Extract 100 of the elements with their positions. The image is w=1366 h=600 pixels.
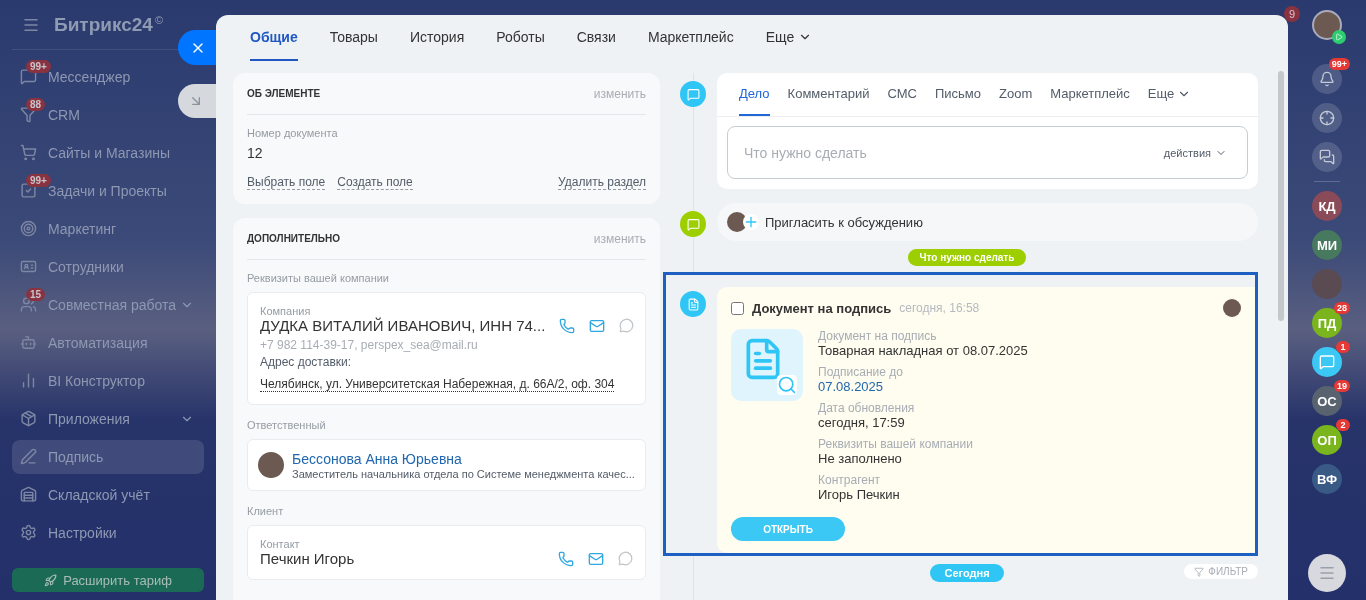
tab[interactable]: Комментарий: [787, 73, 870, 116]
date-link[interactable]: 07.08.2025: [818, 379, 1028, 394]
tab[interactable]: Маркетплейс: [647, 15, 734, 61]
section-label: Клиент: [247, 505, 285, 517]
sidebar-item[interactable]: 15 Совместная работа: [12, 288, 204, 322]
tab[interactable]: Товары: [329, 15, 378, 61]
unread-count: 2: [1336, 419, 1350, 431]
tab[interactable]: Общие: [250, 15, 298, 61]
chat-icon[interactable]: [1312, 142, 1342, 172]
field-label: Документ на подпись: [818, 329, 938, 343]
contact-avatar[interactable]: МИ: [1312, 230, 1342, 260]
checkbox[interactable]: [731, 301, 744, 315]
sidebar-item[interactable]: Складской учёт: [12, 478, 176, 512]
settings-icon: [20, 524, 37, 541]
phone-icon[interactable]: [558, 550, 574, 567]
id-card-icon: [20, 258, 37, 275]
invite-button[interactable]: Пригласить к обсуждению: [717, 203, 1258, 241]
tab[interactable]: Дело: [739, 73, 770, 116]
field-label: Номер документа: [247, 127, 339, 139]
target-icon: [20, 220, 37, 237]
tab[interactable]: Связи: [576, 15, 616, 61]
warehouse-icon: [20, 486, 37, 503]
box-icon: [20, 410, 37, 427]
unread-count: 28: [1334, 302, 1350, 314]
card-title: ОБ ЭЛЕМЕНТЕ: [247, 88, 321, 99]
document-search-drawing: [731, 329, 803, 401]
tab[interactable]: Маркетплейс: [1050, 73, 1130, 116]
play-icon: [1332, 30, 1346, 44]
sidebar-item[interactable]: Настройки: [12, 516, 176, 550]
field-label: Адрес доставки:: [260, 355, 353, 369]
delete-section-link[interactable]: Удалить раздел: [558, 175, 646, 190]
count-badge: 88: [26, 98, 46, 111]
target-icon[interactable]: [1312, 103, 1342, 133]
contact-name: Печкин Игорь: [260, 550, 356, 567]
rocket-icon: [44, 573, 58, 587]
checkbox-icon: [20, 182, 37, 199]
task-input-field[interactable]: Что нужно сделать действия: [727, 126, 1248, 179]
sidebar-item[interactable]: 88 CRM: [12, 98, 176, 132]
filter-icon: [1194, 566, 1205, 577]
field-link[interactable]: Выбрать поле: [247, 175, 326, 190]
sidebar-item[interactable]: Подпись: [12, 440, 204, 474]
sidebar-item[interactable]: BI Конструктор: [12, 364, 176, 398]
pen-icon: [20, 448, 37, 465]
chat-icon[interactable]: [1312, 347, 1342, 377]
comment-icon: [680, 81, 706, 107]
contact-avatar[interactable]: КД: [1312, 191, 1342, 221]
close-button[interactable]: [178, 30, 216, 65]
contact-avatar[interactable]: ВФ: [1312, 464, 1342, 494]
field-label: Подписание до: [818, 365, 904, 379]
field-link[interactable]: Создать поле: [337, 175, 413, 190]
menu-button[interactable]: [1308, 554, 1346, 592]
sidebar-item[interactable]: Маркетинг: [12, 212, 176, 246]
plus-icon: [743, 214, 759, 230]
contact-info: +7 982 114-39-17, perspex_sea@mail.ru: [260, 338, 479, 352]
tab[interactable]: Роботы: [496, 15, 545, 61]
count-badge: 9: [1284, 6, 1300, 22]
cart-icon: [20, 144, 37, 161]
avatar: [1223, 299, 1241, 317]
phone-icon[interactable]: [559, 317, 576, 334]
tab[interactable]: Zoom: [999, 73, 1033, 116]
tab[interactable]: СМС: [887, 73, 917, 116]
address-text: Челябинск, ул. Университетская Набережная, д. 66А/2, оф. 304: [260, 377, 615, 392]
section-label: Что нужно сделать: [907, 249, 1027, 266]
user-avatar[interactable]: [1312, 10, 1342, 40]
date-label: Сегодня: [930, 564, 1004, 582]
person-name[interactable]: Бессонова Анна Юрьевна: [292, 451, 462, 467]
count-badge: 99+: [26, 60, 51, 73]
tab[interactable]: История: [409, 15, 465, 61]
activity-time: сегодня, 16:58: [899, 301, 981, 315]
unread-count: 19: [1334, 380, 1350, 392]
field-label: Контрагент: [818, 473, 882, 487]
menu-icon: [1318, 564, 1336, 582]
company-name: ДУДКА ВИТАЛИЙ ИВАНОВИЧ, ИНН 74...: [260, 317, 546, 334]
count-badge: 15: [26, 288, 46, 301]
avatar: [727, 212, 747, 232]
upgrade-button[interactable]: Расширить тариф: [12, 568, 204, 592]
actions-dropdown[interactable]: действия: [1157, 145, 1233, 160]
count-badge: 99+: [26, 174, 51, 187]
logo-mark: ©: [154, 14, 163, 26]
sidebar-item[interactable]: Приложения: [12, 402, 204, 436]
bar-chart-icon: [20, 372, 37, 389]
field-value: Игорь Печкин: [818, 487, 901, 502]
field-value: Не заполнено: [818, 451, 903, 466]
tab[interactable]: Еще: [765, 15, 813, 61]
sidebar-item[interactable]: 99+ Задачи и Проекты: [12, 174, 176, 208]
sidebar-item[interactable]: Сайты и Магазины: [12, 136, 176, 170]
field-value: сегодня, 17:59: [818, 415, 906, 430]
sidebar-item[interactable]: 99+ Мессенджер: [12, 60, 176, 94]
field-label: Реквизиты вашей компании: [818, 437, 974, 451]
tab[interactable]: Письмо: [934, 73, 981, 116]
unread-count: 1: [1336, 341, 1350, 353]
tab[interactable]: Еще: [1147, 73, 1192, 116]
section-label: Реквизиты вашей компании: [247, 272, 390, 284]
document-icon: [680, 291, 706, 317]
mail-icon[interactable]: [589, 317, 606, 334]
count-badge: 99+: [1328, 58, 1350, 70]
person-position: Заместитель начальника отдела по Системе менеджмента качес...: [292, 468, 635, 480]
minimize-button[interactable]: [178, 84, 216, 118]
mail-icon[interactable]: [588, 550, 604, 567]
logo-text[interactable]: Битрикс24: [54, 13, 153, 36]
